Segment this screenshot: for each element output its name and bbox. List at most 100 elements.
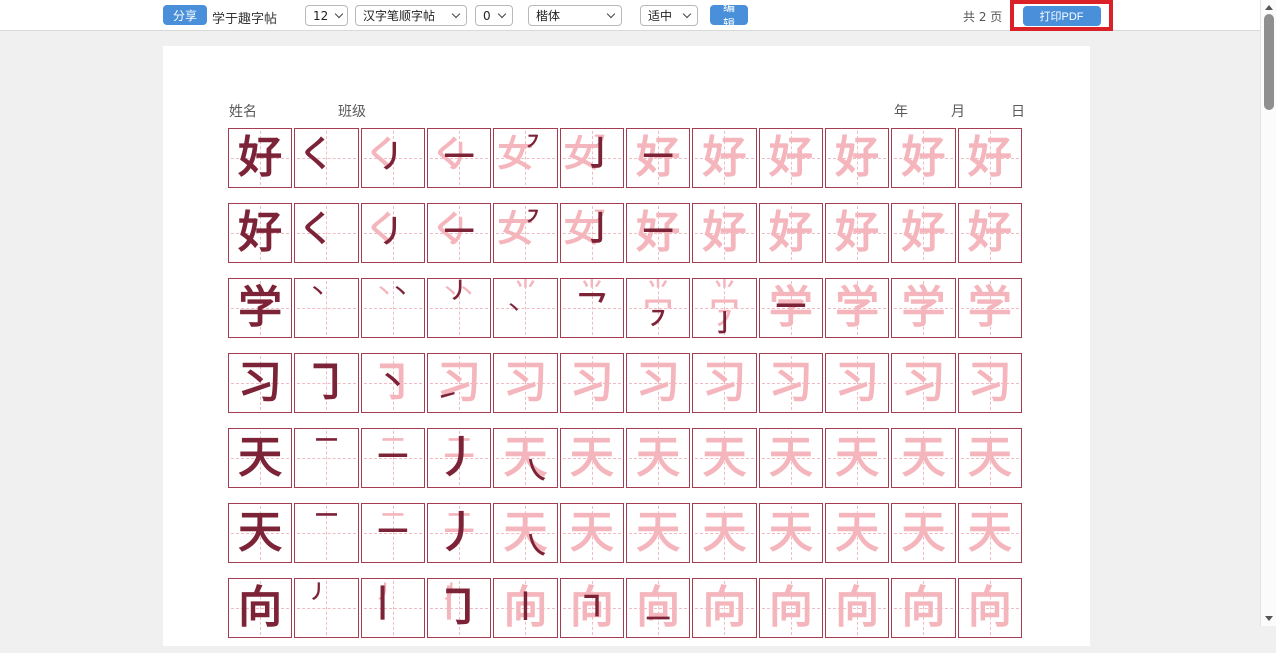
- practice-cell: 好: [228, 203, 292, 263]
- sheet-type-select[interactable]: 汉字笔顺字帖: [355, 5, 467, 26]
- practice-cell: 学一: [759, 278, 823, 338]
- practice-cell: く丿一: [427, 128, 491, 188]
- site-name: 学于趣字帖: [212, 8, 277, 27]
- sheet-type-value: 汉字笔顺字帖: [363, 7, 435, 24]
- practice-cell: 好: [891, 128, 955, 188]
- stroke-glyph-dark: 天: [229, 504, 291, 562]
- stroke-glyph-dark: 丶: [391, 283, 410, 302]
- stroke-glyph-light: 习: [760, 354, 822, 412]
- practice-cell: 好: [692, 203, 756, 263]
- practice-cell: 向: [825, 578, 889, 638]
- practice-cell: 向: [228, 578, 292, 638]
- stroke-glyph-light: 好: [693, 129, 755, 187]
- scrollbar-thumb[interactable]: [1264, 14, 1274, 110]
- chevron-down-icon: [683, 10, 691, 18]
- chevron-down-icon: [498, 10, 506, 18]
- practice-cell: 丿: [294, 578, 358, 638]
- practice-cell: 向㇕: [560, 578, 624, 638]
- stroke-glyph-light: 向: [760, 579, 822, 637]
- practice-cell: 向: [692, 578, 756, 638]
- stroke-glyph-dark: 一: [428, 129, 490, 187]
- practice-cell: 丿丨: [361, 578, 425, 638]
- stroke-glyph-dark: ㇇: [524, 208, 543, 227]
- density-value: 适中: [648, 7, 672, 24]
- worksheet-header: 姓名 班级 年 月 日: [163, 101, 1090, 119]
- practice-cell: 丿丨㇆: [427, 578, 491, 638]
- day-label: 日: [1011, 101, 1025, 121]
- stroke-glyph-light: 天: [561, 429, 623, 487]
- practice-cell: 丶丶丿: [427, 278, 491, 338]
- scroll-down-icon[interactable]: [1265, 616, 1273, 621]
- stroke-glyph-light: 向: [892, 579, 954, 637]
- practice-cell: 习: [228, 353, 292, 413]
- stroke-glyph-dark: 一: [760, 279, 822, 337]
- stroke-glyph-light: 好: [826, 204, 888, 262]
- practice-cell: 习: [560, 353, 624, 413]
- stroke-glyph-dark: 丿: [428, 281, 490, 303]
- practice-row-天: 天一一一一一丿天㇏天天天天天天天: [228, 428, 1022, 488]
- density-select[interactable]: 适中: [640, 5, 698, 26]
- practice-cell: 好: [825, 128, 889, 188]
- stroke-glyph-light: 习: [959, 354, 1021, 412]
- practice-cell: 女㇇亅: [560, 128, 624, 188]
- practice-cell: 天: [759, 503, 823, 563]
- stroke-glyph-dark: 习: [229, 354, 291, 412]
- stroke-glyph-dark: 一: [362, 504, 424, 562]
- share-button[interactable]: 分享: [163, 5, 207, 25]
- practice-cell: 好: [759, 203, 823, 263]
- stroke-glyph-light: 习: [627, 354, 689, 412]
- stroke-glyph-light: ⺌: [494, 281, 556, 303]
- practice-cell: 天: [228, 503, 292, 563]
- stroke-glyph-light: 天: [627, 429, 689, 487]
- practice-cell: く丿: [361, 128, 425, 188]
- stroke-glyph-light: 好: [959, 129, 1021, 187]
- stroke-glyph-dark: 丶: [308, 283, 327, 302]
- vertical-scrollbar[interactable]: [1260, 0, 1276, 626]
- practice-cell: 好: [891, 203, 955, 263]
- stroke-glyph-light: 天: [627, 504, 689, 562]
- practice-cell: 习: [493, 353, 557, 413]
- stroke-glyph-dark: 一: [627, 129, 689, 187]
- practice-cell: 天: [692, 428, 756, 488]
- practice-cell: 天: [825, 428, 889, 488]
- stroke-glyph-dark: ㇇: [524, 133, 543, 152]
- print-pdf-button[interactable]: 打印PDF: [1023, 6, 1101, 26]
- practice-cell: 天: [891, 503, 955, 563]
- stroke-glyph-dark: ㇆: [428, 579, 490, 637]
- stroke-glyph-light: 天: [826, 429, 888, 487]
- practice-cell: く丿一: [427, 203, 491, 263]
- scroll-up-icon[interactable]: [1265, 5, 1273, 10]
- spacing-select[interactable]: 0: [475, 5, 513, 26]
- stroke-glyph-light: 天: [892, 429, 954, 487]
- stroke-glyph-dark: 丿: [428, 429, 490, 487]
- practice-cell: 一一丿: [427, 503, 491, 563]
- practice-cell: 天: [560, 428, 624, 488]
- practice-cell: 天: [958, 428, 1022, 488]
- stroke-glyph-dark: 丨: [365, 587, 401, 623]
- stroke-glyph-light: 天: [693, 504, 755, 562]
- stroke-glyph-dark: 丿: [308, 583, 327, 602]
- practice-cell: ⺌丶: [493, 278, 557, 338]
- stroke-glyph-light: 学: [826, 279, 888, 337]
- stroke-glyph-dark: 好: [229, 204, 291, 262]
- practice-cell: く丿: [361, 203, 425, 263]
- spacing-value: 0: [483, 9, 491, 23]
- stroke-glyph-light: 好: [892, 204, 954, 262]
- stroke-glyph-light: 天: [959, 504, 1021, 562]
- practice-cell: 习㇀: [427, 353, 491, 413]
- practice-cell: 好: [825, 203, 889, 263]
- stroke-glyph-dark: 丶: [505, 301, 522, 318]
- print-pdf-highlight-annotation: 打印PDF: [1010, 0, 1113, 31]
- font-style-select[interactable]: 楷体: [528, 5, 622, 26]
- font-size-select[interactable]: 12: [305, 5, 348, 26]
- practice-cell: 一: [294, 428, 358, 488]
- practice-cell: 向: [958, 578, 1022, 638]
- edit-button[interactable]: 编辑: [710, 5, 748, 25]
- stroke-glyph-dark: 一: [295, 431, 357, 453]
- stroke-glyph-light: 天: [760, 504, 822, 562]
- stroke-glyph-dark: 亅: [583, 212, 617, 246]
- stroke-glyph-light: 学: [892, 279, 954, 337]
- practice-cell: く: [294, 203, 358, 263]
- practice-cell: 好一: [626, 128, 690, 188]
- practice-cell: 天㇏: [493, 503, 557, 563]
